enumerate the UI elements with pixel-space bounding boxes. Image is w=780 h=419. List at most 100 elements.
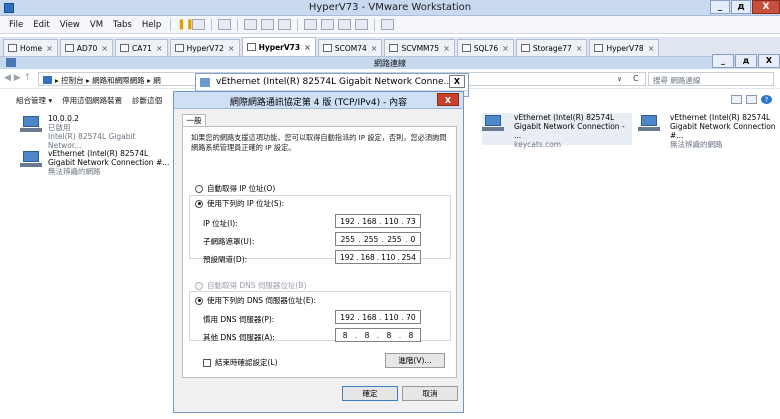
adapter-device: Gigabit Network Connection - ... bbox=[514, 122, 625, 140]
tab-hyperv78[interactable]: HyperV78 × bbox=[589, 39, 660, 56]
adapter-item[interactable]: vEthernet (Intel(R) 82574L Gigabit Netwo… bbox=[638, 113, 780, 149]
intro-text: 如果您的網路支援這項功能，您可以取得自動指派的 IP 設定，否則，您必須詢問網路… bbox=[191, 133, 447, 152]
unity-icon[interactable] bbox=[355, 19, 369, 30]
dialog-title: 網際網路通訊協定第 4 版 (TCP/IPv4) - 內容 bbox=[174, 92, 463, 109]
tab-scvmm75[interactable]: SCVMM75 × bbox=[384, 39, 455, 56]
checkbox-unchecked-icon bbox=[203, 358, 211, 367]
validate-settings-checkbox[interactable]: 結束時確認設定(L) bbox=[203, 357, 278, 368]
adapter-item-selected[interactable]: vEthernet (Intel(R) 82574L Gigabit Netwo… bbox=[482, 113, 632, 149]
refresh-icon[interactable]: С bbox=[633, 74, 639, 83]
tab-label: HyperV73 bbox=[258, 42, 301, 52]
menu-tabs[interactable]: Tabs bbox=[108, 20, 137, 30]
menu-view[interactable]: View bbox=[55, 20, 85, 30]
toolbar-separator bbox=[374, 18, 376, 31]
menu-help[interactable]: Help bbox=[137, 20, 166, 30]
explorer-close-button[interactable]: X bbox=[758, 54, 780, 68]
adapter-item[interactable]: vEthernet (Intel(R) 82574L Gigabit Netwo… bbox=[20, 149, 170, 176]
pause-icon[interactable]: ❚❚ bbox=[177, 19, 194, 30]
adapter-item[interactable]: 10.0.0.2 已啟用 Intel(R) 82574L Gigabit Net… bbox=[20, 114, 170, 150]
ip-address-input[interactable]: 192. 168. 110. 73 bbox=[335, 214, 421, 228]
network-adapter-icon bbox=[20, 151, 42, 169]
vm-icon bbox=[520, 44, 530, 52]
tab-close-icon[interactable]: × bbox=[101, 44, 108, 53]
help-icon[interactable]: ? bbox=[761, 95, 772, 104]
advanced-button[interactable]: 進階(V)... bbox=[385, 353, 445, 368]
organize-menu[interactable]: 組合管理 ▾ bbox=[16, 95, 52, 106]
tab-hyperv73[interactable]: HyperV73 × bbox=[241, 37, 316, 56]
ip-octet: 110 bbox=[384, 312, 399, 322]
address-text: ▸ 控制台 ▸ 網路和網際網路 ▸ 網 bbox=[55, 76, 161, 85]
gateway-label: 預設閘道(D): bbox=[203, 255, 248, 264]
subnet-mask-input[interactable]: 255. 255. 255. 0 bbox=[335, 232, 421, 246]
vmware-maximize-button[interactable]: д bbox=[731, 0, 751, 14]
tab-ca71[interactable]: CA71 × bbox=[115, 39, 168, 56]
menu-vm[interactable]: VM bbox=[85, 20, 108, 30]
tab-close-icon[interactable]: × bbox=[156, 44, 163, 53]
tab-close-icon[interactable]: × bbox=[648, 44, 655, 53]
vm-icon bbox=[120, 44, 130, 52]
tab-close-icon[interactable]: × bbox=[576, 44, 583, 53]
power-dropdown-icon[interactable] bbox=[192, 19, 206, 30]
adapter-status: 已啟用 bbox=[48, 123, 71, 132]
manual-dns-radio[interactable]: 使用下列的 DNS 伺服器位址(E): bbox=[195, 295, 316, 306]
manual-ip-radio[interactable]: 使用下列的 IP 位址(S): bbox=[195, 198, 284, 209]
menu-file[interactable]: File bbox=[4, 20, 28, 30]
tab-close-icon[interactable]: × bbox=[228, 44, 235, 53]
auto-ip-radio[interactable]: 自動取得 IP 位址(O) bbox=[195, 183, 275, 194]
full-screen-icon[interactable] bbox=[381, 19, 395, 30]
vmware-close-button[interactable]: X bbox=[752, 0, 780, 14]
menu-edit[interactable]: Edit bbox=[28, 20, 54, 30]
change-view-icon[interactable] bbox=[731, 95, 742, 104]
toolbar-separator bbox=[297, 18, 299, 31]
network-status-icon bbox=[200, 78, 210, 87]
tab-home[interactable]: Home × bbox=[3, 39, 58, 56]
snapshot-manager-icon[interactable] bbox=[278, 19, 292, 30]
search-input[interactable]: 搜尋 網路連線 bbox=[648, 72, 774, 86]
tab-close-icon[interactable]: × bbox=[443, 44, 450, 53]
radio-checked-icon bbox=[195, 296, 203, 305]
alternate-dns-label: 其他 DNS 伺服器(A): bbox=[203, 333, 275, 342]
tab-label: HyperV72 bbox=[186, 43, 224, 53]
navigation-arrows[interactable]: ◀ ▶ ↑ bbox=[4, 73, 31, 83]
vm-icon bbox=[246, 43, 256, 51]
thumbnail-bar-icon[interactable] bbox=[321, 19, 335, 30]
show-library-icon[interactable] bbox=[304, 19, 318, 30]
vmware-minimize-button[interactable]: _ bbox=[710, 0, 730, 14]
explorer-minimize-button[interactable]: _ bbox=[712, 54, 734, 68]
auto-dns-radio[interactable]: 自動取得 DNS 伺服器位址(B) bbox=[195, 280, 306, 291]
ip-octet: 255 bbox=[363, 234, 379, 244]
tab-close-icon[interactable]: × bbox=[371, 44, 378, 53]
network-adapter-icon bbox=[482, 115, 504, 133]
tab-close-icon[interactable]: × bbox=[304, 43, 311, 52]
alternate-dns-input[interactable]: 8. 8. 8. 8 bbox=[335, 328, 421, 342]
status-window-close-button[interactable]: X bbox=[449, 75, 465, 88]
ip-octet: 255 bbox=[340, 234, 355, 244]
tab-hyperv72[interactable]: HyperV72 × bbox=[169, 39, 240, 56]
tab-storage77[interactable]: Storage77 × bbox=[515, 39, 588, 56]
tab-ad70[interactable]: AD70 × bbox=[59, 39, 114, 56]
tab-close-icon[interactable]: × bbox=[502, 44, 509, 53]
ok-button[interactable]: 確定 bbox=[342, 386, 398, 401]
gateway-input[interactable]: 192. 168. 110. 254 bbox=[335, 250, 421, 264]
diagnose-button[interactable]: 診斷這個 bbox=[132, 95, 162, 106]
preview-pane-icon[interactable] bbox=[746, 95, 757, 104]
address-dropdown-icon[interactable]: ∨ bbox=[617, 75, 622, 83]
fit-guest-icon[interactable] bbox=[338, 19, 352, 30]
tab-sql76[interactable]: SQL76 × bbox=[456, 39, 514, 56]
snapshot-icon[interactable] bbox=[244, 19, 258, 30]
tab-close-icon[interactable]: × bbox=[46, 44, 53, 53]
tab-scom74[interactable]: SCOM74 × bbox=[317, 39, 383, 56]
explorer-maximize-button[interactable]: д bbox=[735, 54, 757, 68]
subnet-mask-label: 子網路遮罩(U): bbox=[203, 237, 255, 246]
toolbar-separator bbox=[170, 18, 172, 31]
adapter-status: 無法辨識的網路 bbox=[670, 140, 723, 149]
manual-ip-label: 使用下列的 IP 位址(S): bbox=[207, 199, 285, 208]
revert-snapshot-icon[interactable] bbox=[261, 19, 275, 30]
dialog-close-button[interactable]: X bbox=[437, 93, 459, 106]
send-keys-icon[interactable] bbox=[218, 19, 232, 30]
ip-octet: 110 bbox=[384, 216, 399, 226]
cancel-button[interactable]: 取消 bbox=[402, 386, 458, 401]
disable-device-button[interactable]: 停用這個網路裝置 bbox=[62, 95, 122, 106]
preferred-dns-input[interactable]: 192. 168. 110. 70 bbox=[335, 310, 421, 324]
tab-label: Home bbox=[20, 43, 43, 53]
